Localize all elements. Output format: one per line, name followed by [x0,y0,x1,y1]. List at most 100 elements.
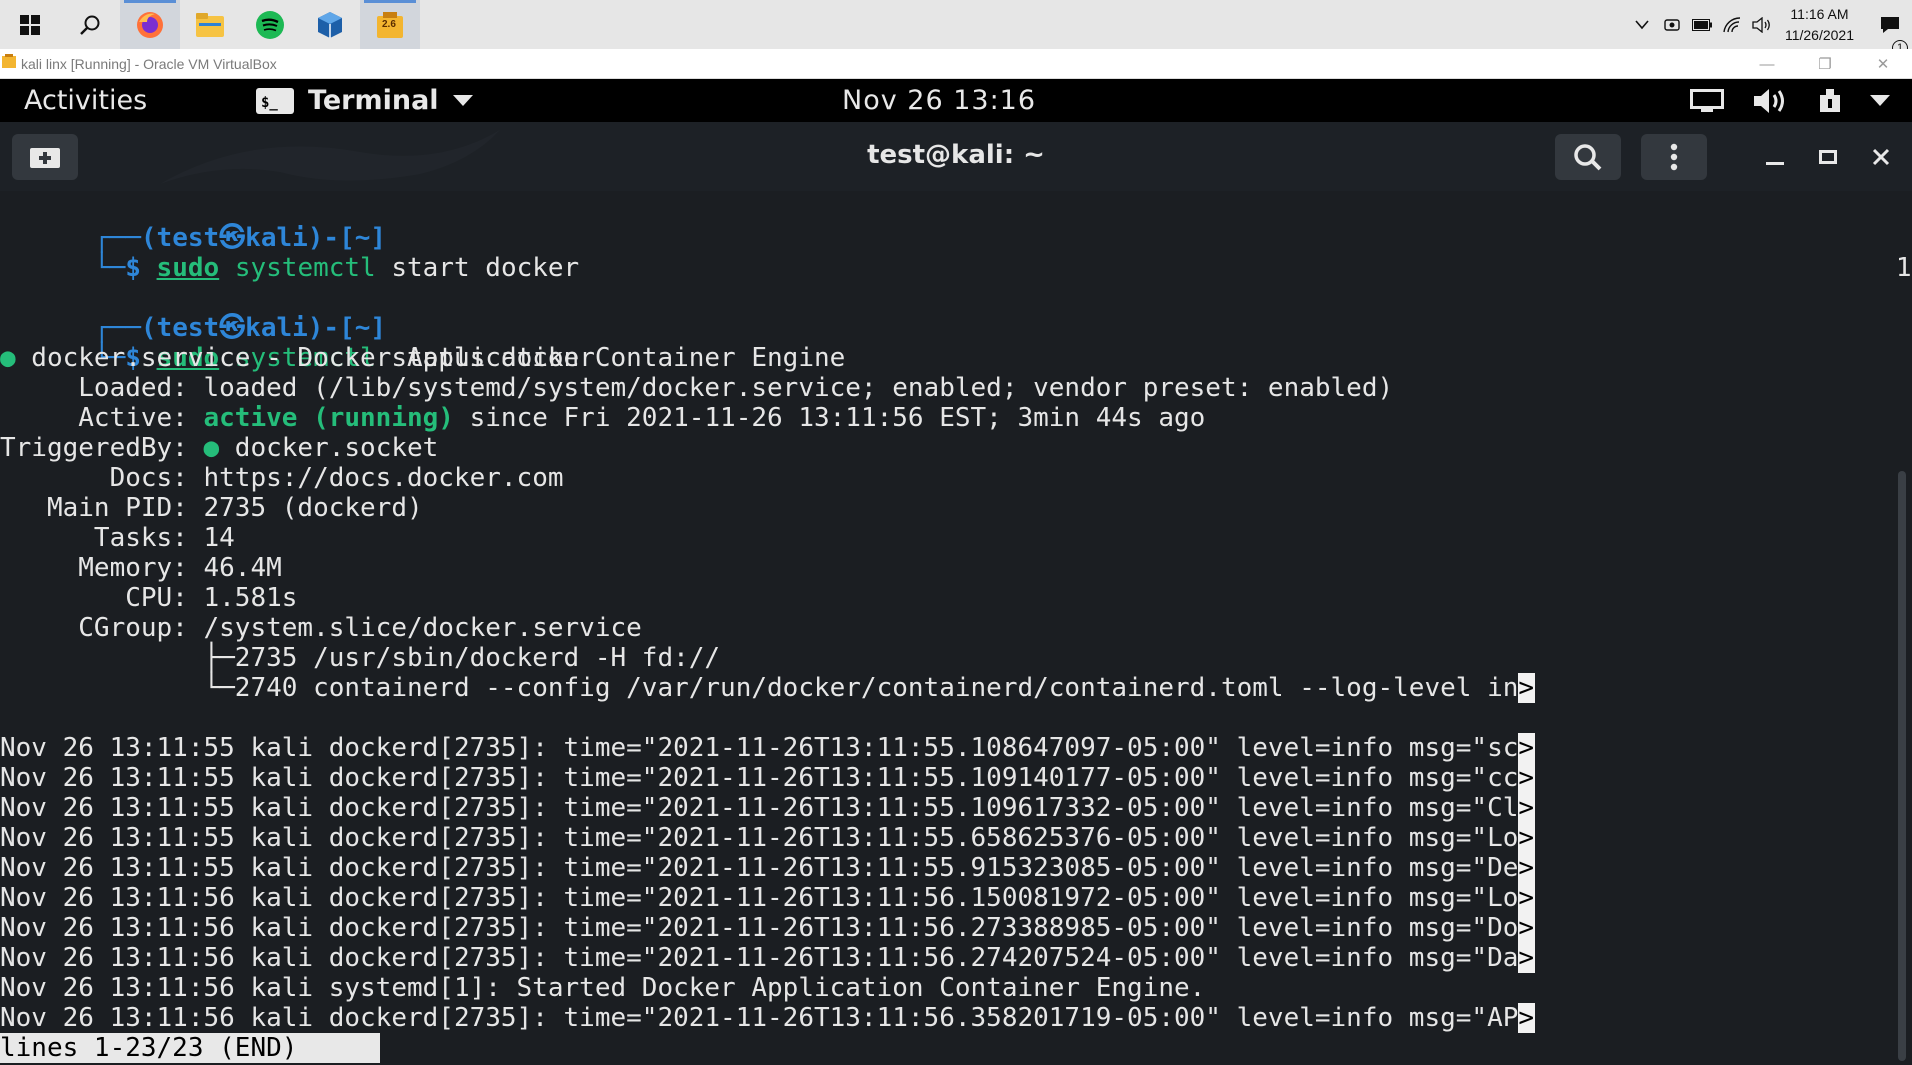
close-button[interactable]: ✕ [1854,49,1912,79]
speaker-icon[interactable] [1747,16,1777,33]
activities-button[interactable]: Activities [24,85,147,116]
kebab-menu-icon [1670,143,1678,171]
search-button[interactable] [1555,134,1621,180]
log-line: Nov 26 13:11:56 kali dockerd[2735]: time… [0,883,1536,913]
log-text: Nov 26 13:11:56 kali dockerd[2735]: time… [0,943,1519,973]
app-name: Terminal [308,85,439,116]
exit-code: 1 [1895,253,1912,283]
system-menu-arrow-icon [1870,94,1890,106]
terminal-maximize-button[interactable] [1808,137,1848,177]
gnome-clock[interactable]: Nov 26 13:16 [842,85,1036,116]
clock-date: 11/26/2021 [1784,26,1854,43]
restore-button[interactable]: ❐ [1796,49,1854,79]
app-menu[interactable]: $_ Terminal [256,85,473,116]
terminal-app-icon: $_ [256,87,294,114]
cmd-sudo: sudo [156,253,220,283]
line-overflow-marker: > [1518,733,1536,763]
triggered-line: TriggeredBy: ● docker.socket [0,433,438,463]
terminal-close-button[interactable] [1861,137,1901,177]
active-label: Active: [0,403,204,433]
tasks-line: Tasks: 14 [0,523,235,553]
terminal-title: test@kali: ~ [867,140,1045,170]
cgroup-process-text: └─2740 containerd --config /var/run/dock… [0,673,1519,703]
log-text: Nov 26 13:11:56 kali dockerd[2735]: time… [0,1003,1519,1033]
start-icon[interactable] [0,0,60,49]
prompt-line: ┌──(test㉿kali)-[~] [0,283,386,343]
virtualbox-icon[interactable] [300,0,360,49]
chevron-up-icon[interactable] [1627,19,1657,30]
cpu-line: CPU: 1.581s [0,583,298,613]
magnifier-icon [1574,144,1602,171]
firefox-icon[interactable] [120,0,180,49]
dropdown-arrow-icon [452,94,473,106]
window-title: kali linx [Running] - Oracle VM VirtualB… [21,55,277,72]
svg-text:$_: $_ [261,95,278,111]
log-text: Nov 26 13:11:55 kali dockerd[2735]: time… [0,823,1519,853]
log-line: Nov 26 13:11:56 kali dockerd[2735]: time… [0,913,1536,943]
gnome-top-bar: Activities $_ Terminal Nov 26 13:16 [0,79,1912,122]
minimize-button[interactable]: — [1738,49,1796,79]
log-text: Nov 26 13:11:56 kali systemd[1]: Started… [0,973,1206,1003]
log-text: Nov 26 13:11:55 kali dockerd[2735]: time… [0,853,1519,883]
spotify-icon[interactable] [240,0,300,49]
vm-title-icon [1,53,17,74]
cmd-args: start docker [375,253,580,283]
docs-line: Docs: https://docs.docker.com [0,463,564,493]
vm-session-icon[interactable]: 2.6 [360,0,420,49]
terminal-output[interactable]: ┌──(test㉿kali)-[~] └─$ sudo systemctl st… [0,191,1912,1065]
log-text: Nov 26 13:11:55 kali dockerd[2735]: time… [0,763,1519,793]
service-header: ● docker.service - Docker Application Co… [0,343,845,373]
wifi-icon[interactable] [1717,16,1747,33]
virtualbox-titlebar: kali linx [Running] - Oracle VM VirtualB… [0,49,1912,79]
line-overflow-marker: > [1518,853,1536,883]
socket-dot-icon: ● [203,433,220,463]
status-dot-icon: ● [0,343,16,373]
log-line: Nov 26 13:11:55 kali dockerd[2735]: time… [0,793,1536,823]
service-name: docker.service - Docker Application Cont… [15,343,846,373]
command-line: └─$ sudo systemctl status docker [0,313,595,373]
prompt-line: ┌──(test㉿kali)-[~] [0,193,386,253]
terminal-headerbar: test@kali: ~ [0,122,1912,191]
notifications-icon[interactable]: 1 [1868,16,1912,56]
minimize-icon [1766,162,1784,165]
battery-icon[interactable] [1687,18,1717,31]
terminal-scrollbar[interactable] [1898,471,1906,1061]
active-state: active (running) [203,403,454,433]
windows-taskbar: 2.6 11:16 AM 11/26/2021 1 [0,0,1912,56]
search-icon[interactable] [60,0,120,49]
log-text: Nov 26 13:11:55 kali dockerd[2735]: time… [0,793,1519,823]
log-line: Nov 26 13:11:56 kali dockerd[2735]: time… [0,1003,1536,1033]
status-area[interactable] [1690,79,1890,122]
log-line: Nov 26 13:11:55 kali dockerd[2735]: time… [0,823,1536,853]
line-overflow-marker: > [1518,793,1536,823]
log-text: Nov 26 13:11:55 kali dockerd[2735]: time… [0,733,1519,763]
display-icon [1690,88,1724,112]
webcam-icon[interactable] [1657,17,1687,33]
exit-status: 1 ✕ [1802,223,1912,283]
menu-button[interactable] [1641,134,1707,180]
system-tray: 11:16 AM 11/26/2021 1 [1627,0,1912,56]
close-icon [1872,148,1890,166]
line-overflow-marker: > [1518,943,1536,973]
memory-line: Memory: 46.4M [0,553,282,583]
line-overflow-marker: > [1518,763,1536,793]
cmd-systemctl: systemctl [234,253,376,283]
active-line: Active: active (running) since Fri 2021-… [0,403,1205,433]
line-overflow-marker: > [1518,673,1536,703]
triggered-socket: docker.socket [219,433,439,463]
triggered-label: TriggeredBy: [0,433,204,463]
taskbar-clock[interactable]: 11:16 AM 11/26/2021 [1777,4,1868,46]
log-line: Nov 26 13:11:55 kali dockerd[2735]: time… [0,763,1536,793]
line-overflow-marker: > [1518,823,1536,853]
line-overflow-marker: > [1518,1003,1536,1033]
maximize-icon [1819,150,1837,164]
terminal-minimize-button[interactable] [1755,137,1795,177]
cgroup-line: CGroup: /system.slice/docker.service [0,613,642,643]
line-overflow-marker: > [1518,883,1536,913]
log-line: Nov 26 13:11:55 kali dockerd[2735]: time… [0,853,1536,883]
loaded-line: Loaded: loaded (/lib/systemd/system/dock… [0,373,1394,403]
vm-session-badge: 2.6 [382,19,396,30]
cgroup-process-line: └─2740 containerd --config /var/run/dock… [0,673,1536,703]
volume-icon [1754,88,1784,113]
file-explorer-icon[interactable] [180,0,240,49]
